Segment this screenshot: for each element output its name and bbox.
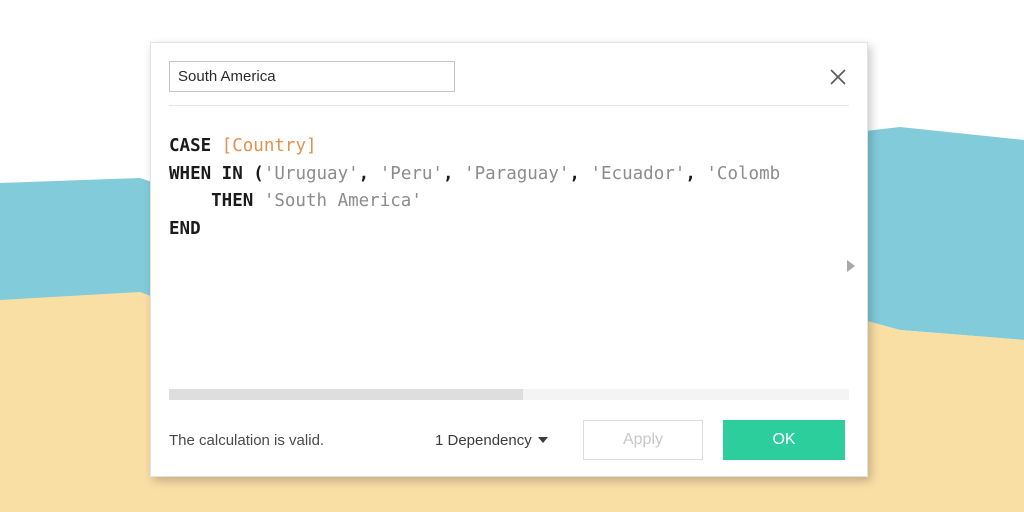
calculated-field-dialog: CASE [Country] WHEN IN ('Uruguay', 'Peru… [150,42,868,477]
horizontal-scrollbar-track[interactable] [169,389,849,400]
code-token-keyword: CASE [169,136,222,156]
horizontal-scrollbar-thumb[interactable] [169,389,523,400]
apply-button[interactable]: Apply [583,420,703,460]
formula-text: CASE [Country] WHEN IN ('Uruguay', 'Peru… [151,106,867,243]
calculation-name-input[interactable] [169,61,455,92]
code-token-string: 'Ecuador' [590,164,685,184]
code-token-keyword: THEN [169,191,264,211]
close-icon[interactable] [825,64,851,90]
code-token-punct: , [359,164,380,184]
dependency-dropdown[interactable]: 1 Dependency [435,432,548,449]
screen: CASE [Country] WHEN IN ('Uruguay', 'Peru… [0,0,1024,512]
code-token-punct: ( [253,164,264,184]
ok-button[interactable]: OK [723,420,845,460]
code-token-punct: , [685,164,706,184]
validation-status-text: The calculation is valid. [169,432,324,449]
code-token-string: 'Colomb [706,164,780,184]
dialog-footer: The calculation is valid. 1 Dependency A… [151,413,867,476]
code-token-punct: , [569,164,590,184]
code-token-keyword: END [169,219,201,239]
expand-panel-arrow-icon[interactable] [845,259,857,273]
code-token-keyword: WHEN IN [169,164,253,184]
code-token-string: 'South America' [264,191,422,211]
code-token-string: 'Peru' [380,164,443,184]
code-token-field: [Country] [222,136,317,156]
code-token-string: 'Uruguay' [264,164,359,184]
formula-editor[interactable]: CASE [Country] WHEN IN ('Uruguay', 'Peru… [151,106,867,386]
code-token-punct: , [443,164,464,184]
dependency-label: 1 Dependency [435,432,532,449]
dialog-header [151,43,867,105]
chevron-down-icon [538,437,548,443]
code-token-string: 'Paraguay' [464,164,569,184]
